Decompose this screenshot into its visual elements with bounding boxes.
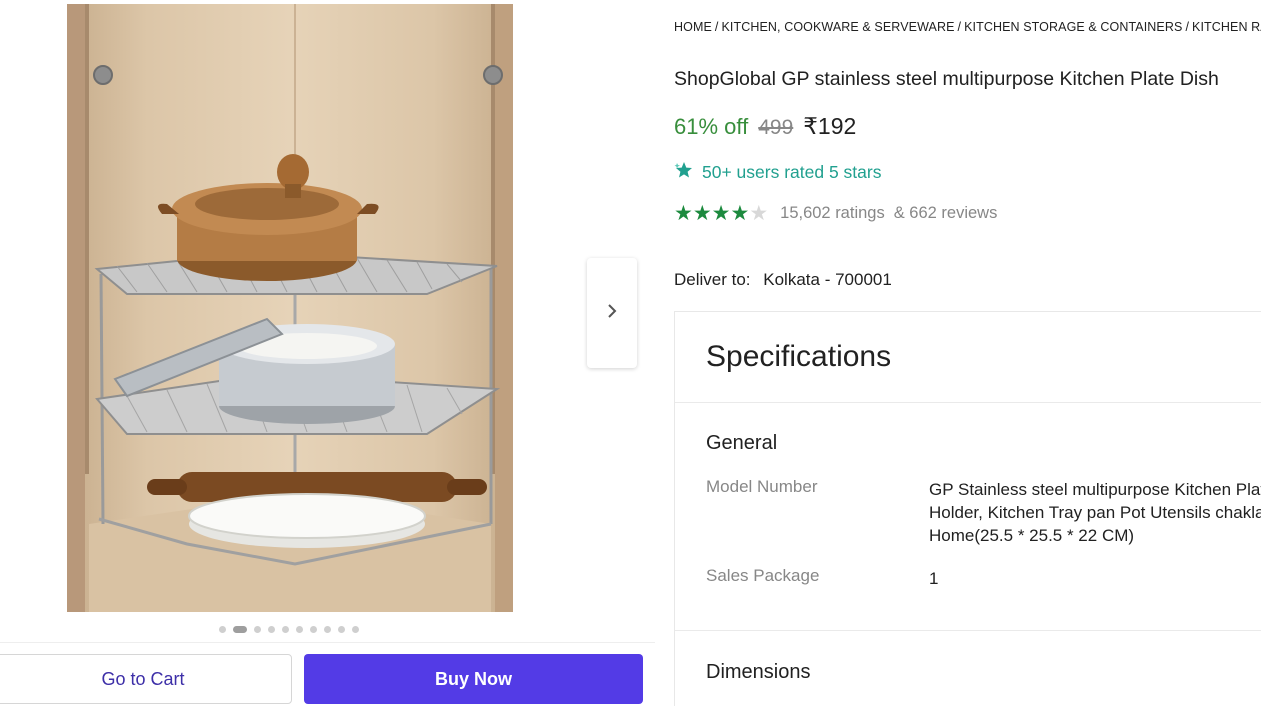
image-carousel-indicator — [219, 626, 359, 633]
specifications-title: Specifications — [706, 340, 892, 373]
carousel-dot[interactable] — [310, 626, 317, 633]
sales-package-key: Sales Package — [706, 566, 820, 585]
go-to-cart-button[interactable]: Go to Cart — [0, 654, 292, 704]
model-number-value-line: Holder, Kitchen Tray pan Pot Utensils ch… — [929, 503, 1261, 522]
next-image-button[interactable] — [587, 258, 637, 368]
specifications-header: Specifications — [675, 312, 1261, 403]
model-number-value: GP Stainless steel multipurpose Kitchen … — [929, 478, 1261, 547]
delivery-location-value: Kolkata - 700001 — [763, 270, 892, 289]
section-divider — [675, 630, 1261, 631]
sales-package-value: 1 — [929, 569, 939, 588]
model-number-value-line: Home(25.5 * 25.5 * 22 CM) — [929, 526, 1135, 545]
product-gallery: Go to Cart Buy Now — [0, 0, 655, 706]
product-details: HOME / KITCHEN, COOKWARE & SERVEWARE / KITCH… — [674, 0, 1261, 706]
price-row: 61% off 499 ₹192 — [674, 113, 856, 140]
carousel-dot[interactable] — [352, 626, 359, 633]
product-image[interactable] — [67, 4, 513, 612]
product-title: ShopGlobal GP stainless steel multipurpo… — [674, 68, 1219, 90]
carousel-dot[interactable] — [282, 626, 289, 633]
star-rating: ★ ★ ★ ★ ★ — [674, 203, 768, 224]
carousel-dot[interactable] — [338, 626, 345, 633]
breadcrumb-separator: / — [1185, 20, 1190, 34]
chevron-right-icon — [607, 303, 617, 323]
breadcrumb: HOME / KITCHEN, COOKWARE & SERVEWARE / KITCH… — [674, 20, 1261, 34]
breadcrumb-separator: / — [957, 20, 962, 34]
star-empty-icon: ★ — [749, 202, 769, 225]
buy-now-button[interactable]: Buy Now — [304, 654, 643, 704]
selling-price: ₹192 — [803, 113, 857, 139]
breadcrumb-racks[interactable]: KITCHEN RAC — [1192, 20, 1261, 34]
general-section-title: General — [706, 432, 778, 454]
rated-badge-text: 50+ users rated 5 stars — [702, 162, 882, 182]
discount-label: 61% off — [674, 114, 749, 139]
carousel-dot-active[interactable] — [233, 626, 247, 633]
star-filled-icon: ★ — [692, 202, 712, 225]
deliver-to-label: Deliver to: — [674, 270, 751, 289]
model-number-value-line: GP Stainless steel multipurpose Kitchen … — [929, 480, 1261, 499]
specifications-card: Specifications General Model Number GP S… — [674, 311, 1261, 706]
breadcrumb-separator: / — [714, 20, 719, 34]
ratings-summary[interactable]: ★ ★ ★ ★ ★ 15,602 ratings & 662 reviews — [674, 203, 997, 224]
rated-badge: 50+ users rated 5 stars — [674, 160, 881, 185]
breadcrumb-kitchen[interactable]: KITCHEN, COOKWARE & SERVEWARE — [721, 20, 954, 34]
ratings-count: 15,602 ratings — [780, 204, 885, 222]
action-bar: Go to Cart Buy Now — [0, 642, 655, 707]
star-filled-icon: ★ — [674, 202, 693, 225]
carousel-dot[interactable] — [219, 626, 226, 633]
carousel-dot[interactable] — [324, 626, 331, 633]
model-number-key: Model Number — [706, 477, 818, 496]
carousel-dot[interactable] — [296, 626, 303, 633]
carousel-dot[interactable] — [268, 626, 275, 633]
delivery-location[interactable]: Deliver to: Kolkata - 700001 — [674, 270, 892, 290]
reviews-count: & 662 reviews — [893, 204, 998, 222]
original-price: 499 — [758, 116, 794, 139]
star-filled-icon: ★ — [711, 202, 731, 225]
star-filled-icon: ★ — [730, 202, 750, 225]
breadcrumb-storage[interactable]: KITCHEN STORAGE & CONTAINERS — [964, 20, 1182, 34]
sparkle-star-icon — [674, 160, 694, 185]
carousel-dot[interactable] — [254, 626, 261, 633]
breadcrumb-home[interactable]: HOME — [674, 20, 712, 34]
dimensions-section-title: Dimensions — [706, 661, 811, 683]
